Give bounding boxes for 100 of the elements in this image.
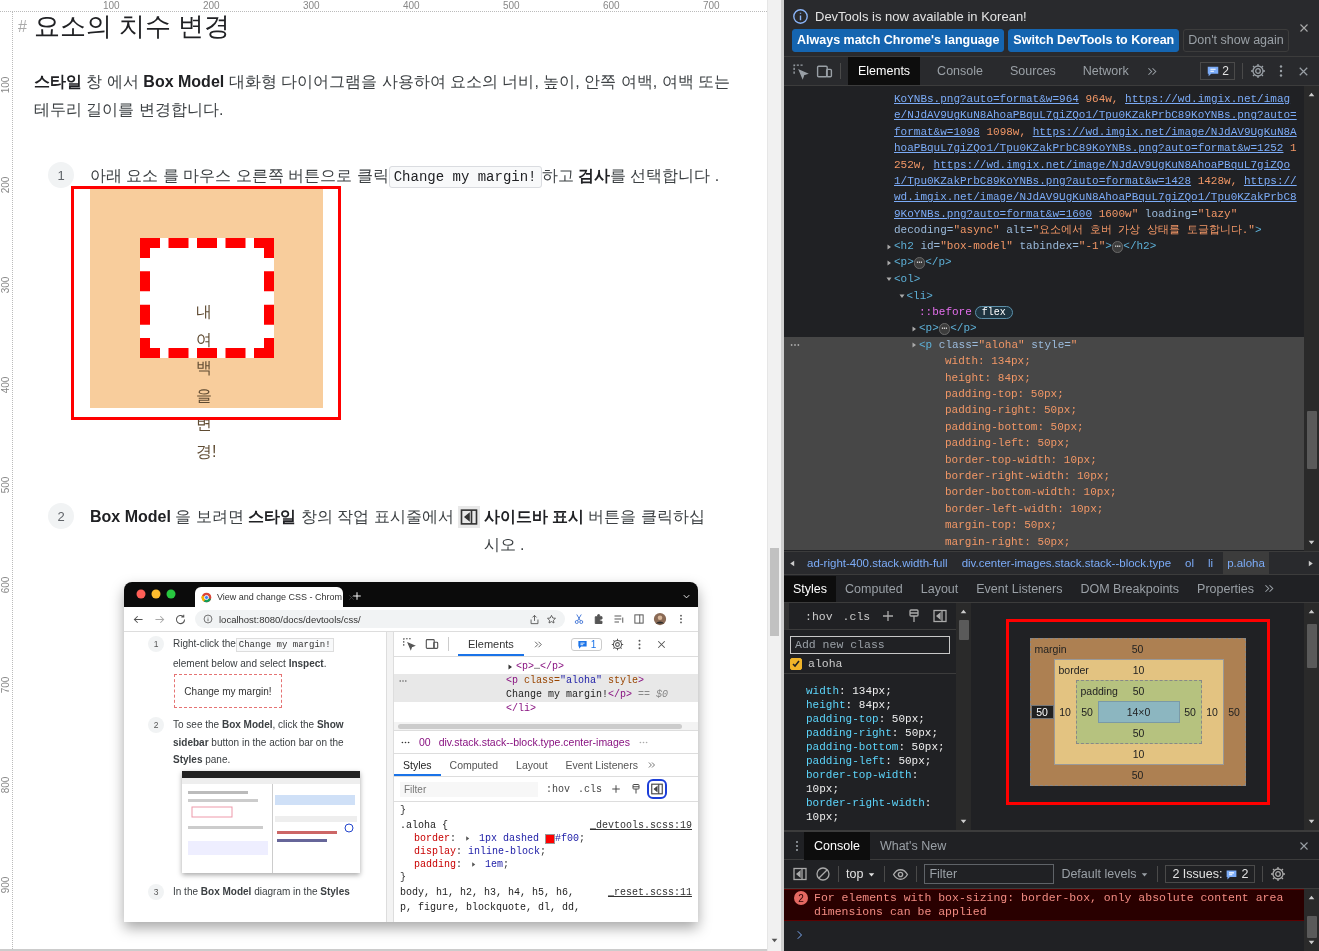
pane-tab[interactable]: Computed [440, 754, 508, 776]
step-text: In the Box Model diagram in the Styles [173, 884, 351, 899]
tree-row[interactable]: <li> [784, 287, 1304, 305]
tree-row[interactable]: border-bottom-width: 10px; [784, 484, 1304, 501]
code-line: <h2 id="box-model" tabindex="-1"> ⋯ </h2> [894, 239, 1157, 256]
tree-row[interactable]: <p class="aloha" style> [394, 674, 698, 688]
filter-field[interactable]: Filter [400, 781, 538, 797]
box-value[interactable]: 50 [1030, 705, 1054, 719]
cls-button[interactable]: .cls [578, 783, 603, 795]
box-value[interactable]: 10 [1201, 706, 1223, 718]
address-bar[interactable]: localhost:8080/docs/devtools/css/ [195, 610, 565, 628]
class-label: aloha [808, 657, 843, 670]
box-value[interactable]: 10 [1054, 706, 1076, 718]
ruler-label: 400 [1, 376, 11, 394]
source-link[interactable]: _reset.scss:11 [608, 887, 692, 898]
box-value[interactable]: 50 [1132, 685, 1145, 697]
pane-tab[interactable]: Computed [836, 575, 912, 602]
box-value[interactable]: 50 [1131, 643, 1144, 655]
filter-field[interactable]: Filter [924, 864, 1055, 884]
code-snippet: Change my margin! [388, 166, 542, 188]
tree-row[interactable]: e/NJdAV9UgKuN8AhoaPBquL7giZQo1/Tpu0KZakPrbC89KoYNBs.png?auto= [784, 107, 1304, 124]
breadcrumb[interactable]: ol [1181, 552, 1198, 574]
levels-dropdown[interactable]: Default levels [1061, 867, 1151, 881]
border-box[interactable]: border 10 10 padding 50 50 14×0 50 50 10 10 [1053, 659, 1224, 765]
tree-row[interactable]: ::before flex [784, 304, 1304, 321]
ruler-label: 900 [1, 876, 11, 894]
code-line: padding-right: 50px; [945, 403, 1078, 419]
infobar-button[interactable]: Switch DevTools to Korean [1008, 28, 1180, 52]
page-heading: 요소의 치수 변경 [34, 12, 231, 40]
hov-button[interactable]: :hov [546, 783, 570, 795]
tree-row[interactable]: padding-right: 50px; [784, 402, 1304, 419]
tree-row[interactable]: <p> ⋯ </p> [784, 320, 1304, 337]
tree-row[interactable]: </li> [394, 702, 698, 716]
tree-row[interactable]: 1/Tpu0KZakPrbC89KoYNBs.png?auto=format&w=1428 1428w, https:// [784, 172, 1304, 190]
box-value[interactable]: 50 [1131, 769, 1144, 781]
pane-tab[interactable]: Styles [784, 575, 837, 602]
demo-box: Change my margin! [174, 674, 282, 708]
panel-tab[interactable]: Sources [1000, 57, 1066, 85]
pane-tab[interactable]: Styles [394, 754, 441, 776]
box-value[interactable]: 50 [1076, 706, 1098, 718]
infobar-button[interactable]: Don't show again [1183, 28, 1289, 52]
code-line: KoYNBs.png?auto=format&w=964 964w, https://wd.imgix.net/imag [894, 92, 1291, 107]
cls-button[interactable]: .cls [842, 609, 871, 623]
step-number: 1 [148, 636, 164, 652]
tree-row[interactable]: 252w, https://wd.imgix.net/image/NJdAV9UgKuN8AhoaPBquL7giZQo [784, 156, 1304, 173]
tree-row[interactable]: width: 134px; [784, 353, 1304, 370]
tree-row[interactable]: decoding="async" alt="요소에서 호버 가상 상태를 토글합니다."> [784, 222, 1304, 239]
tree-row[interactable]: <p class="aloha" style=" [784, 336, 1304, 354]
tree-row[interactable]: <h2 id="box-model" tabindex="-1"> ⋯ </h2> [784, 238, 1304, 255]
code-text: .aloha { [400, 820, 448, 831]
tree-row[interactable]: padding-left: 50px; [784, 435, 1304, 452]
class-input[interactable]: Add new class [790, 636, 950, 654]
box-value[interactable]: 10 [1132, 748, 1145, 760]
breadcrumb[interactable]: 00 [419, 736, 431, 748]
pane-tab[interactable]: Layout [911, 575, 968, 602]
breadcrumb[interactable]: div.center-images.stack.stack--block.type [957, 552, 1176, 574]
panel-tab[interactable]: Elements [848, 57, 921, 85]
tree-row[interactable]: <p> ⋯ </p> [784, 254, 1304, 272]
tree-row[interactable]: <p>…</p> [394, 660, 698, 674]
step-text: 사이드바 표시 버튼을 클릭하십시오 . [483, 507, 706, 555]
source-link[interactable]: _devtools.scss:19 [589, 820, 692, 831]
infobar-button[interactable]: Always match Chrome's language [792, 28, 1005, 52]
badge-count: 1 [590, 638, 597, 650]
panel-tab[interactable]: Network [1072, 57, 1139, 85]
tree-row[interactable]: margin-top: 50px; [784, 517, 1304, 534]
box-value[interactable]: 10 [1132, 664, 1145, 676]
breadcrumb[interactable]: li [1204, 552, 1218, 574]
pane-tab[interactable]: Event Listeners [556, 754, 647, 776]
tree-row[interactable]: hoaPBquL7giZQo1/Tpu0KZakPrbC89KoYNBs.png?auto=format&w=1252 1 [784, 140, 1304, 157]
breadcrumb[interactable]: ad-right-400.stack.width-full [803, 552, 952, 574]
step-number: 3 [148, 883, 164, 900]
tree-row[interactable]: format&w=1098 1098w, https://wd.imgix.net/image/NJdAV9UgKuN8A [784, 123, 1304, 141]
tree-row[interactable]: Change my margin!</p> == $0 [394, 688, 698, 702]
css-declaration: border-right-width: 10px; [806, 796, 933, 824]
pane-tab[interactable]: Layout [507, 754, 557, 776]
box-value[interactable]: 50 [1223, 706, 1245, 718]
tree-row[interactable]: padding-top: 50px; [784, 386, 1304, 403]
pane-tab[interactable]: Properties [1188, 575, 1264, 602]
box-value[interactable]: 50 [1179, 706, 1201, 718]
margin-box[interactable]: margin 50 50 border 10 10 padding 50 50 14×0 50 50 10 10 50 50 [1029, 638, 1246, 786]
issues-badge[interactable]: 1 [570, 637, 603, 651]
breadcrumb[interactable]: p.aloha [1223, 552, 1269, 574]
breadcrumb[interactable]: div.stack.stack--block.type.center-images [438, 736, 630, 748]
padding-box[interactable]: padding 50 50 14×0 50 50 [1075, 680, 1202, 744]
issues-badge[interactable]: 2 [1200, 62, 1235, 80]
context-dropdown[interactable]: top [846, 867, 878, 881]
drawer-tab[interactable]: What's New [869, 831, 957, 860]
tree-row[interactable]: <ol> [784, 271, 1304, 288]
box-value[interactable]: 50 [1132, 727, 1145, 739]
hov-button[interactable]: :hov [805, 609, 833, 623]
tree-row[interactable]: 9KoYNBs.png?auto=format&w=1600 1600w" loading="lazy" [784, 205, 1304, 223]
tree-row[interactable]: wd.imgix.net/image/NJdAV9UgKuN8AhoaPBquL7giZQo1/Tpu0KZakPrbC8 [784, 189, 1304, 206]
pane-tab[interactable]: DOM Breakpoints [1071, 575, 1189, 602]
drawer-tab[interactable]: Console [804, 831, 870, 860]
pane-tab[interactable]: Event Listeners [967, 575, 1072, 602]
content-box[interactable]: 14×0 [1097, 701, 1180, 723]
panel-tab[interactable]: Elements [458, 632, 524, 656]
issues-button[interactable]: 2 Issues: 2 [1165, 865, 1256, 883]
tree-row[interactable]: KoYNBs.png?auto=format&w=964 964w, https://wd.imgix.net/imag [784, 91, 1304, 108]
panel-tab[interactable]: Console [927, 57, 993, 85]
